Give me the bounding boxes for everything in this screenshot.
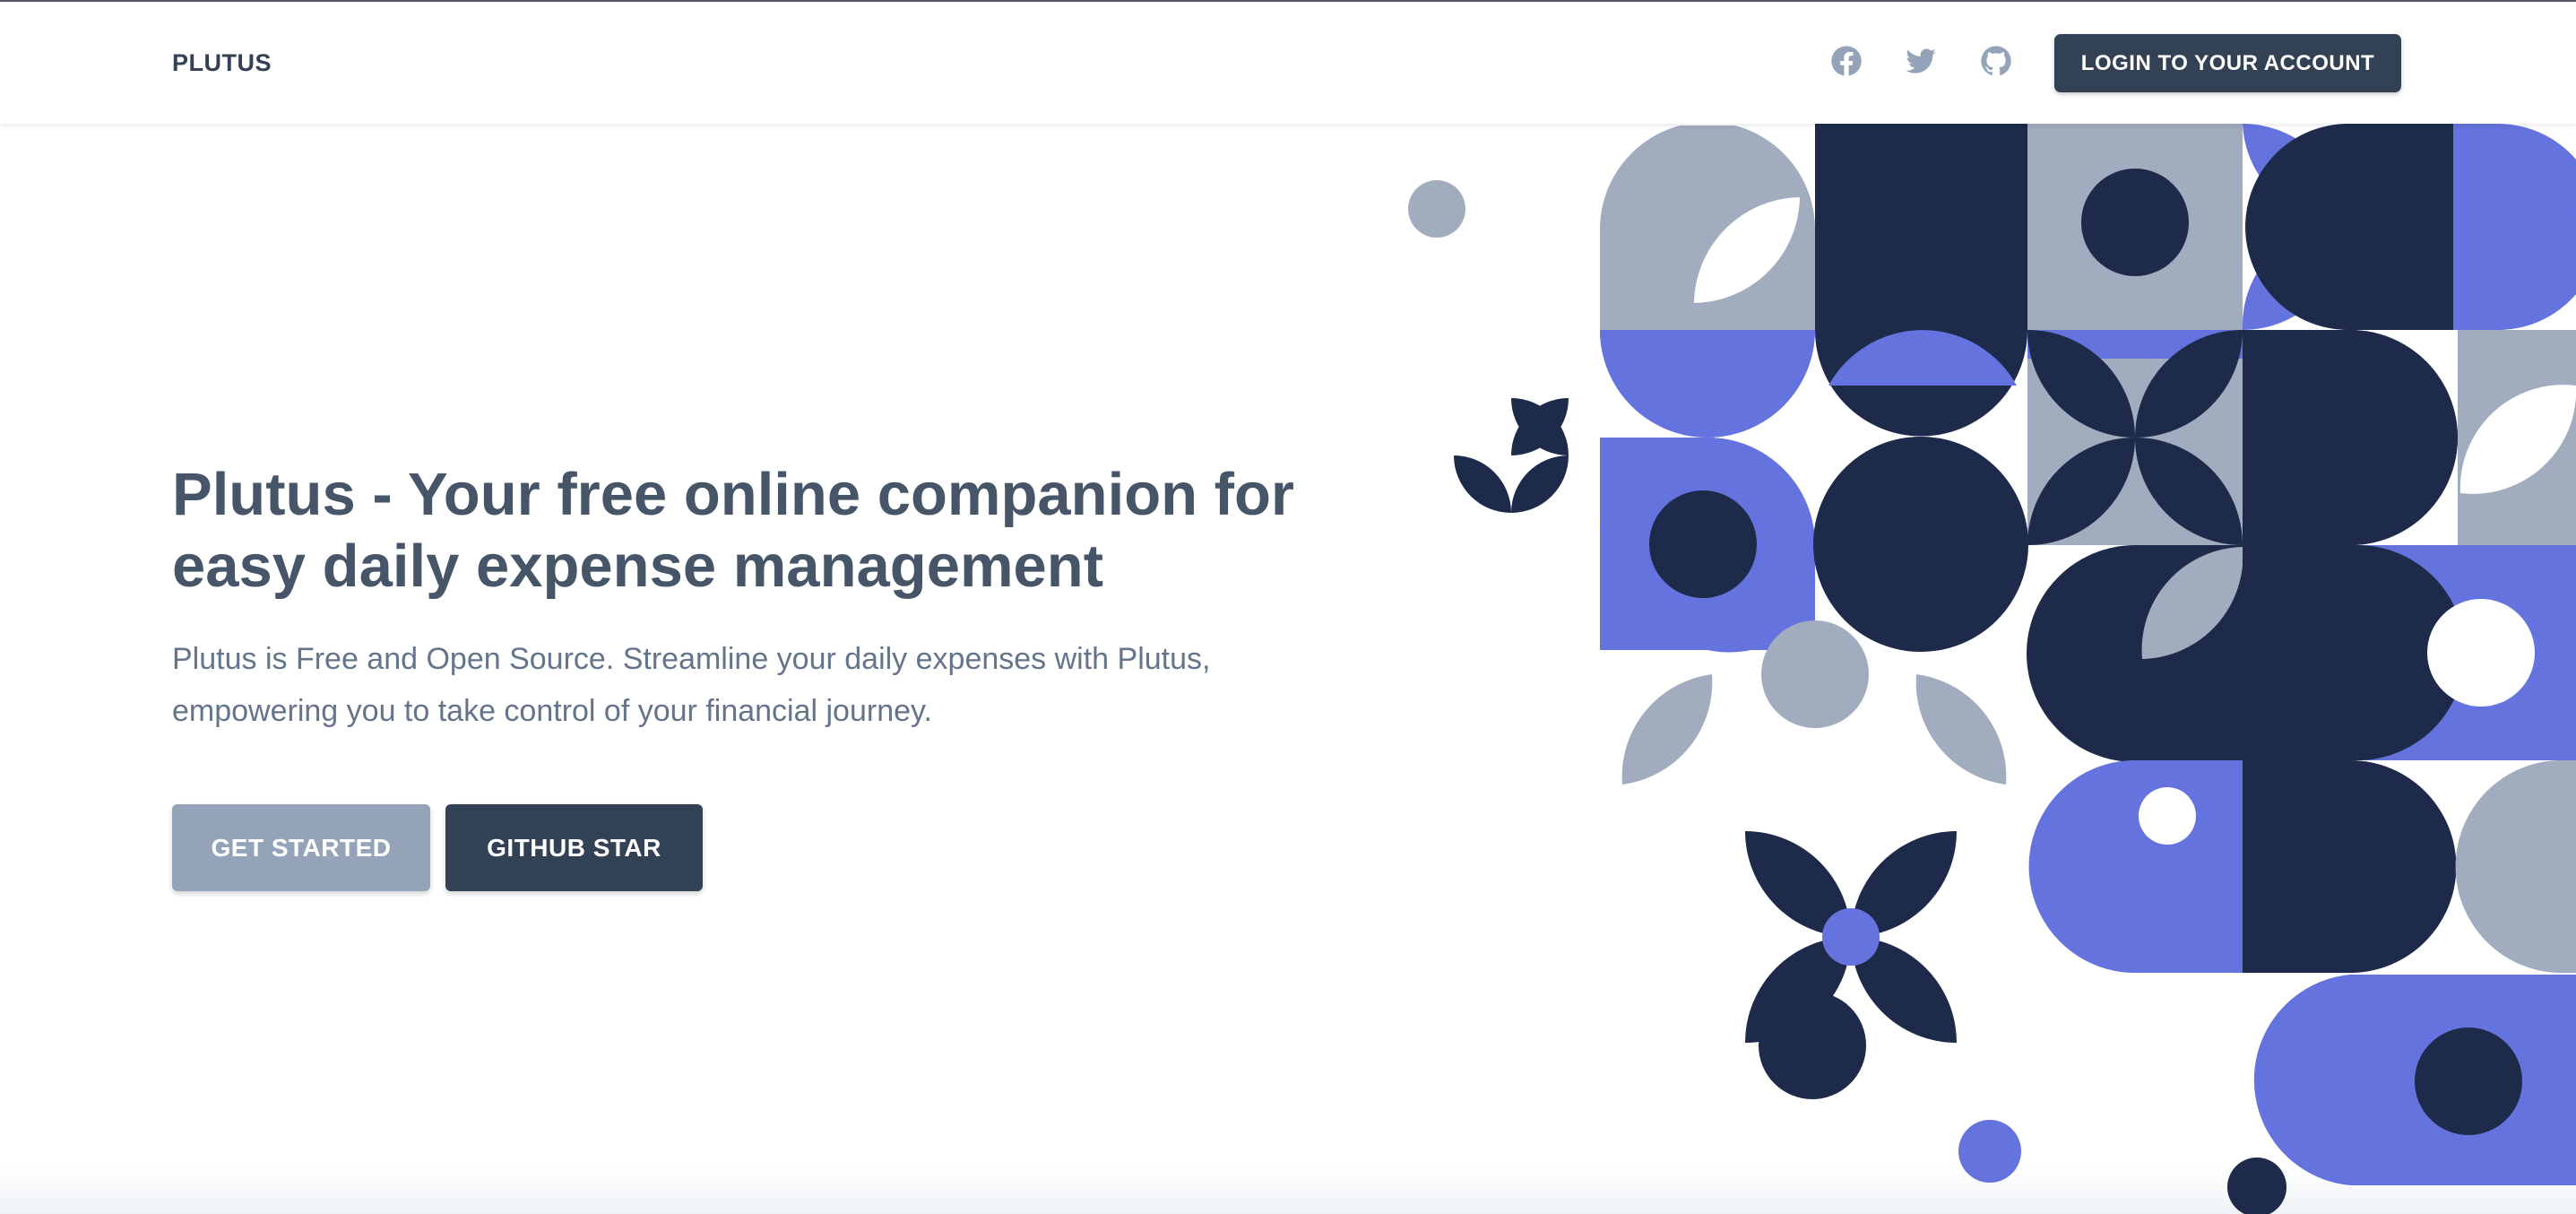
github-icon[interactable] (1978, 43, 2014, 79)
facebook-icon[interactable] (1828, 43, 1864, 79)
top-navbar: PLUTUS LOGIN TO YOUR ACCOUNT (0, 2, 2576, 124)
twitter-icon[interactable] (1903, 43, 1939, 79)
login-button[interactable]: LOGIN TO YOUR ACCOUNT (2054, 34, 2401, 92)
brand-logo-text[interactable]: PLUTUS (172, 49, 272, 77)
hero-geometric-illustration (1408, 121, 2576, 1214)
